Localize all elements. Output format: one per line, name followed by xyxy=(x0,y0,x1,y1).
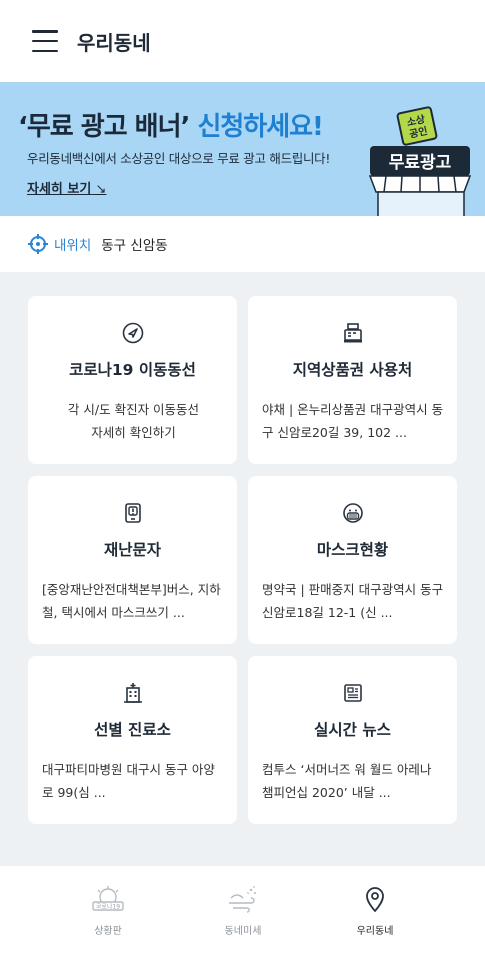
storefront-illustration: 소상 공인 무료광고 xyxy=(368,106,472,216)
app-header: 우리동네 xyxy=(0,0,485,82)
phone-alert-icon xyxy=(124,503,141,523)
banner-title-part1: ‘무료 광고 배너’ xyxy=(18,112,190,142)
navigation-arrow-icon xyxy=(122,322,143,344)
dashboard-badge-text: 코로나19 xyxy=(96,903,120,911)
bottom-tab-bar: 코로나19 상황판 동네미세 우리동네 xyxy=(0,866,485,960)
banner-detail-link[interactable]: 자세히 보기 ↘ xyxy=(27,178,106,197)
fine-dust-icon xyxy=(229,886,256,913)
card-screening-clinic[interactable]: 선별 진료소 대구파티마병원 대구시 동구 아양로 99(심 ... xyxy=(28,656,237,824)
card-title: 선별 진료소 xyxy=(94,721,171,739)
banner-title: ‘무료 광고 배너’ 신청하세요! xyxy=(18,106,324,143)
location-bar[interactable]: 내위치 동구 신암동 xyxy=(0,216,485,272)
page-title: 우리동네 xyxy=(77,30,151,55)
card-title: 코로나19 이동동선 xyxy=(69,361,196,379)
card-mask-status[interactable]: 마스크현황 명약국 | 판매중지 대구광역시 동구 신암로18길 12-1 (신… xyxy=(248,476,457,644)
building-icon xyxy=(123,683,142,703)
card-description: 대구파티마병원 대구시 동구 아양로 99(심 ... xyxy=(42,762,215,800)
tab-fine-dust[interactable]: 동네미세 xyxy=(193,884,293,948)
card-description: 각 시/도 확진자 이동동선 자세히 확인하기 xyxy=(67,402,200,440)
ad-banner[interactable]: ‘무료 광고 배너’ 신청하세요! 우리동네백신에서 소상공인 대상으로 무료 … xyxy=(0,82,485,216)
storefront-wall xyxy=(377,191,465,216)
card-description: 컴투스 ‘서머너즈 워 월드 아레나 챔피언십 2020’ 내달 ... xyxy=(262,762,432,800)
card-realtime-news[interactable]: 실시간 뉴스 컴투스 ‘서머너즈 워 월드 아레나 챔피언십 2020’ 내달 … xyxy=(248,656,457,824)
awning-stripes xyxy=(368,175,472,193)
tab-dashboard[interactable]: 코로나19 상황판 xyxy=(58,884,158,948)
card-description: [중앙재난안전대책본부]버스, 지하철, 택시에서 마스크쓰기 ... xyxy=(42,582,221,620)
tab-our-neighborhood[interactable]: 우리동네 xyxy=(325,884,425,948)
card-title: 지역상품권 사용처 xyxy=(292,361,413,379)
card-local-voucher[interactable]: 지역상품권 사용처 야채 | 온누리상품권 대구광역시 동구 신암로20길 39… xyxy=(248,296,457,464)
location-value: 동구 신암동 xyxy=(101,238,168,254)
tab-label: 동네미세 xyxy=(224,926,262,937)
location-pin-icon xyxy=(366,887,384,912)
tab-label: 상황판 xyxy=(94,926,122,937)
newspaper-icon xyxy=(343,684,362,702)
awning-text: 무료광고 xyxy=(389,153,452,173)
covid-dashboard-icon: 코로나19 xyxy=(92,886,124,911)
banner-detail-link-label: 자세히 보기 xyxy=(27,182,92,197)
crosshair-location-icon xyxy=(28,234,48,254)
hamburger-menu-icon[interactable] xyxy=(32,30,58,52)
banner-subtitle: 우리동네백신에서 소상공인 대상으로 무료 광고 해드립니다! xyxy=(27,151,331,166)
tab-label: 우리동네 xyxy=(356,926,394,937)
card-description: 야채 | 온누리상품권 대구광역시 동구 신암로20길 39, 102 ... xyxy=(262,402,444,440)
card-description: 명약국 | 판매중지 대구광역시 동구 신암로18길 12-1 (신 ... xyxy=(262,582,444,620)
location-label: 내위치 xyxy=(54,238,92,254)
card-title: 실시간 뉴스 xyxy=(314,721,391,739)
card-title: 마스크현황 xyxy=(316,541,389,559)
card-title: 재난문자 xyxy=(103,541,162,559)
banner-title-part2: 신청하세요! xyxy=(197,112,323,142)
card-disaster-message[interactable]: 재난문자 [중앙재난안전대책본부]버스, 지하철, 택시에서 마스크쓰기 ... xyxy=(28,476,237,644)
masked-face-icon xyxy=(342,503,363,523)
card-covid-route[interactable]: 코로나19 이동동선 각 시/도 확진자 이동동선 자세히 확인하기 xyxy=(28,296,237,464)
cash-register-icon xyxy=(343,323,362,343)
